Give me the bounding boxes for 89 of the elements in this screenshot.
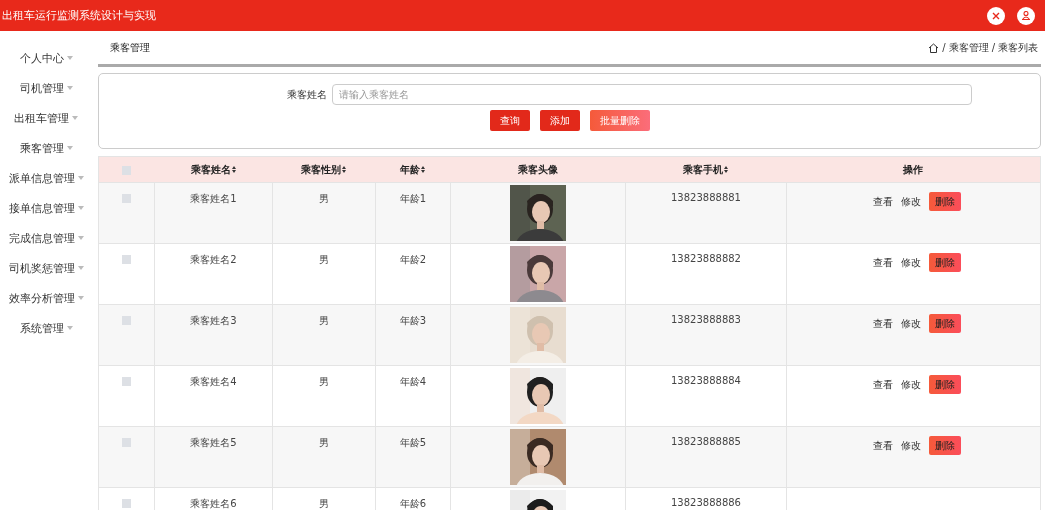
caret-icon <box>66 326 73 330</box>
edit-link[interactable]: 修改 <box>901 439 921 453</box>
sidebar-item[interactable]: 司机奖惩管理 <box>0 253 92 283</box>
table-cell: 男 <box>272 182 375 243</box>
table-cell: 乘客姓名5 <box>154 426 272 487</box>
search-field[interactable]: 请输入乘客姓名 <box>332 84 972 105</box>
column-header: 乘客头像 <box>450 157 625 182</box>
home-icon[interactable] <box>928 42 940 53</box>
edit-link[interactable]: 修改 <box>901 195 921 209</box>
column-header[interactable]: 年龄 <box>375 157 450 182</box>
column-header: 操作 <box>786 157 1040 182</box>
delete-button[interactable]: 删除 <box>929 314 961 333</box>
checkbox[interactable] <box>122 377 131 386</box>
sidebar-item[interactable]: 接单信息管理 <box>0 193 92 223</box>
caret-icon <box>66 146 73 150</box>
table-cell: 乘客姓名4 <box>154 365 272 426</box>
view-link[interactable]: 查看 <box>873 195 893 209</box>
sidebar-item[interactable]: 派单信息管理 <box>0 163 92 193</box>
table-cell: 男 <box>272 426 375 487</box>
sort-icon[interactable] <box>724 166 728 173</box>
table-cell: 13823888885 <box>625 426 786 487</box>
view-link[interactable]: 查看 <box>873 256 893 270</box>
caret-icon <box>66 56 73 60</box>
edit-link[interactable]: 修改 <box>901 378 921 392</box>
sidebar-item[interactable]: 乘客管理 <box>0 133 92 163</box>
checkbox[interactable] <box>122 438 131 447</box>
caret-icon <box>72 116 78 120</box>
column-header[interactable]: 乘客姓名 <box>154 157 272 182</box>
table-cell: 年龄1 <box>375 182 450 243</box>
table-cell: 13823888884 <box>625 365 786 426</box>
close-icon[interactable] <box>987 6 1005 25</box>
checkbox[interactable] <box>122 194 131 203</box>
checkbox[interactable] <box>122 166 131 175</box>
table-cell: 13823888881 <box>625 182 786 243</box>
checkbox[interactable] <box>122 499 131 508</box>
table-cell: 男 <box>272 487 375 510</box>
table-cell: 男 <box>272 243 375 304</box>
table-cell: 年龄2 <box>375 243 450 304</box>
checkbox[interactable] <box>122 255 131 264</box>
sort-icon[interactable] <box>231 166 236 173</box>
edit-link[interactable]: 修改 <box>901 256 921 270</box>
user-icon[interactable] <box>1017 6 1035 25</box>
app-title: 出租车运行监测系统设计与实现 <box>2 8 156 23</box>
caret-icon <box>77 206 84 210</box>
edit-link[interactable]: 修改 <box>901 317 921 331</box>
breadcrumb-item[interactable]: 乘客管理 <box>948 40 989 55</box>
table-cell: 乘客姓名3 <box>154 304 272 365</box>
breadcrumb-separator: / <box>991 42 995 53</box>
sort-icon[interactable] <box>421 166 425 173</box>
sidebar-item[interactable]: 司机管理 <box>0 73 92 103</box>
page-title: 乘客管理 <box>110 40 150 55</box>
checkbox[interactable] <box>122 316 131 325</box>
action-button[interactable]: 添加 <box>539 110 580 131</box>
column-header[interactable]: 乘客性别 <box>272 157 375 182</box>
table-cell: 乘客姓名6 <box>154 487 272 510</box>
table-cell: 年龄5 <box>375 426 450 487</box>
view-link[interactable]: 查看 <box>873 317 893 331</box>
view-link[interactable]: 查看 <box>873 378 893 392</box>
table-cell: 13823888886 <box>625 487 786 510</box>
table-cell: 年龄3 <box>375 304 450 365</box>
table-cell: 乘客姓名2 <box>154 243 272 304</box>
caret-icon <box>77 176 84 180</box>
breadcrumb-separator: / <box>942 42 946 53</box>
caret-icon <box>77 236 84 240</box>
sort-icon[interactable] <box>342 166 346 173</box>
delete-button[interactable]: 删除 <box>929 436 961 455</box>
delete-button[interactable]: 删除 <box>929 375 961 394</box>
table-cell: 乘客姓名1 <box>154 182 272 243</box>
sidebar-item[interactable]: 个人中心 <box>0 43 92 73</box>
caret-icon <box>66 86 73 90</box>
view-link[interactable]: 查看 <box>873 439 893 453</box>
caret-icon <box>77 266 84 270</box>
action-button[interactable]: 查询 <box>489 110 530 131</box>
column-header[interactable]: 乘客手机 <box>625 157 786 182</box>
sidebar-item[interactable]: 效率分析管理 <box>0 283 92 313</box>
breadcrumb-item[interactable]: 乘客列表 <box>998 40 1038 55</box>
sidebar-item[interactable]: 出租车管理 <box>0 103 92 133</box>
table-cell: 年龄4 <box>375 365 450 426</box>
table-cell: 男 <box>272 304 375 365</box>
delete-button[interactable]: 删除 <box>929 253 961 272</box>
sidebar-item[interactable]: 系统管理 <box>0 313 92 343</box>
table-cell: 13823888882 <box>625 243 786 304</box>
delete-button[interactable]: 删除 <box>929 192 961 211</box>
caret-icon <box>77 296 84 300</box>
field-label: 乘客姓名 <box>287 87 327 102</box>
sidebar-item[interactable]: 完成信息管理 <box>0 223 92 253</box>
table-cell: 13823888883 <box>625 304 786 365</box>
table-cell: 年龄6 <box>375 487 450 510</box>
table-cell: 男 <box>272 365 375 426</box>
